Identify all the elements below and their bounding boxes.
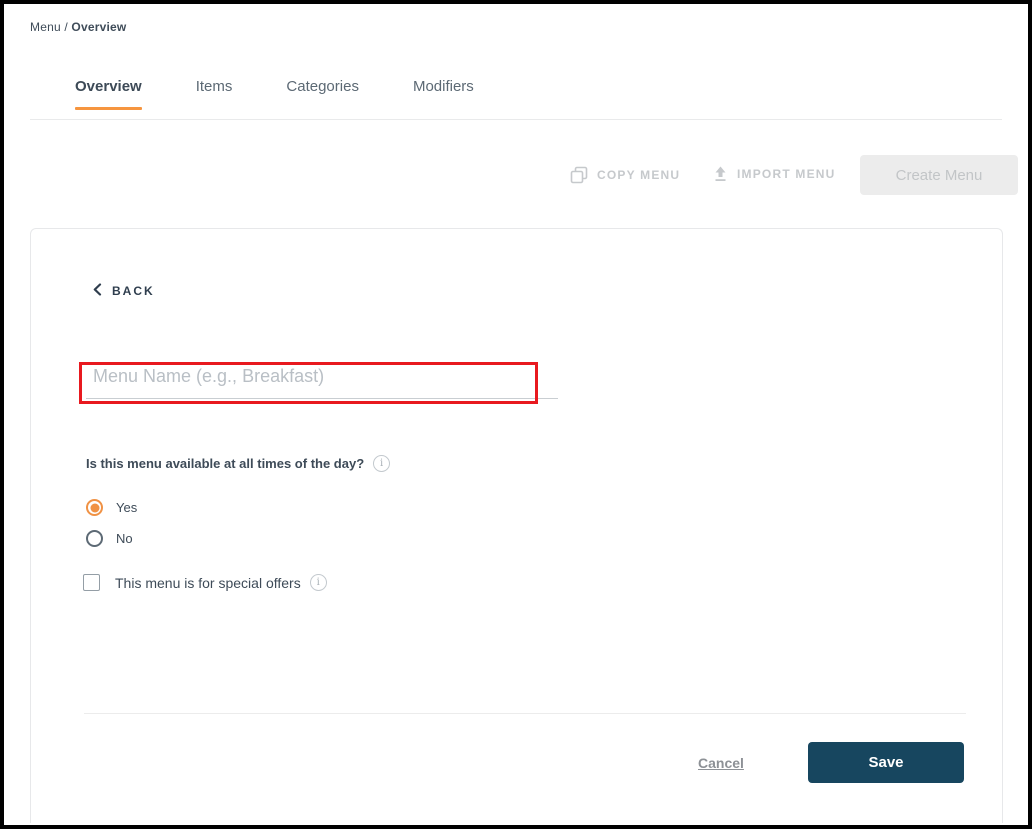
breadcrumb-current: Overview — [71, 20, 127, 34]
tab-overview[interactable]: Overview — [75, 78, 142, 110]
import-menu-label: IMPORT MENU — [737, 167, 836, 181]
radio-option-no[interactable]: No — [86, 530, 133, 547]
menu-overview-page: Menu / Overview Overview Items Categorie… — [0, 0, 1032, 829]
special-offers-checkbox-row[interactable]: This menu is for special offers i — [83, 574, 327, 591]
upload-icon — [713, 166, 728, 182]
cancel-button[interactable]: Cancel — [698, 755, 744, 771]
checkbox-unchecked-icon — [83, 574, 100, 591]
radio-unselected-icon — [86, 530, 103, 547]
special-offers-label: This menu is for special offers — [115, 574, 301, 591]
copy-menu-label: COPY MENU — [597, 168, 681, 182]
radio-option-yes[interactable]: Yes — [86, 499, 137, 516]
availability-question-label: Is this menu available at all times of t… — [86, 456, 365, 471]
menu-form-card: BACK Is this menu available at all times… — [30, 228, 1003, 823]
copy-icon — [570, 166, 588, 184]
import-menu-button[interactable]: IMPORT MENU — [713, 166, 836, 182]
radio-yes-label: Yes — [116, 500, 138, 515]
info-icon[interactable]: i — [373, 455, 391, 472]
back-label: BACK — [112, 284, 155, 298]
breadcrumb: Menu / Overview — [30, 20, 126, 34]
copy-menu-button[interactable]: COPY MENU — [570, 166, 680, 184]
tab-modifiers[interactable]: Modifiers — [413, 78, 474, 110]
breadcrumb-link-menu[interactable]: Menu / — [30, 20, 71, 34]
radio-no-label: No — [116, 531, 133, 546]
menu-name-input[interactable] — [86, 359, 558, 399]
chevron-left-icon — [93, 283, 102, 299]
tab-items[interactable]: Items — [196, 78, 233, 110]
tab-bar-divider — [30, 119, 1002, 120]
save-button[interactable]: Save — [808, 742, 964, 783]
availability-question-row: Is this menu available at all times of t… — [86, 455, 391, 472]
back-link[interactable]: BACK — [93, 283, 155, 299]
create-menu-button[interactable]: Create Menu — [860, 155, 1018, 195]
tab-bar: Overview Items Categories Modifiers — [75, 78, 474, 110]
radio-selected-icon — [86, 499, 103, 516]
info-icon[interactable]: i — [309, 574, 327, 591]
tab-categories[interactable]: Categories — [286, 78, 359, 110]
footer-divider — [84, 713, 966, 714]
